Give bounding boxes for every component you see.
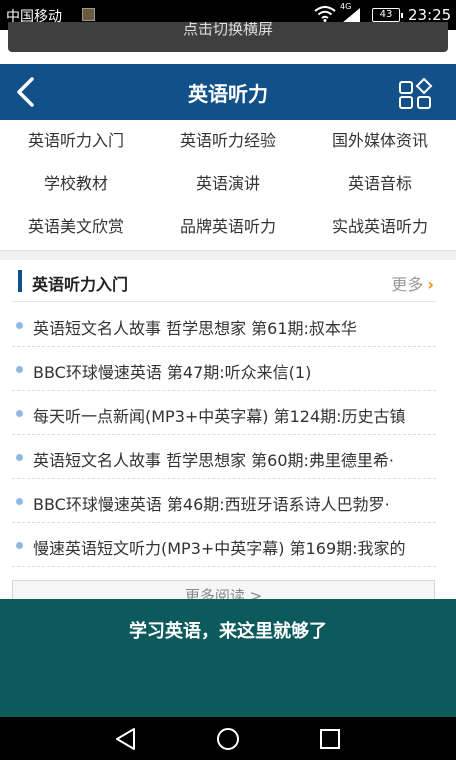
back-triangle-icon — [116, 728, 135, 750]
list-item[interactable]: 英语短文名人故事 哲学思想家 第61期:叔本华 — [12, 303, 436, 347]
list-item-title: 英语短文名人故事 哲学思想家 第60期:弗里德里希· — [33, 451, 395, 470]
article-list: 英语短文名人故事 哲学思想家 第61期:叔本华 BBC环球慢速英语 第47期:听… — [12, 303, 436, 567]
promo-banner[interactable]: 学习英语，来这里就够了 — [0, 599, 456, 717]
section-divider — [0, 250, 456, 260]
category-item[interactable]: 英语音标 — [304, 163, 456, 205]
section-accent-bar — [18, 270, 22, 292]
list-item[interactable]: BBC环球慢速英语 第46期:西班牙语系诗人巴勃罗· — [12, 479, 436, 523]
category-item[interactable]: 国外媒体资讯 — [304, 120, 456, 162]
rotate-toast-text: 点击切换横屏 — [182, 22, 273, 38]
list-item-title: 英语短文名人故事 哲学思想家 第61期:叔本华 — [33, 319, 357, 338]
list-item[interactable]: 每天听一点新闻(MP3+中英字幕) 第124期:历史古镇 — [12, 391, 436, 435]
category-item[interactable]: 实战英语听力 — [304, 206, 456, 248]
section-header: 英语听力入门 更多 › — [12, 262, 436, 302]
list-item-title: BBC环球慢速英语 第46期:西班牙语系诗人巴勃罗· — [33, 495, 390, 514]
grid-menu-icon — [399, 78, 433, 109]
chevron-right-icon: › — [427, 275, 434, 294]
list-item[interactable]: 慢速英语短文听力(MP3+中英字幕) 第169期:我家的 — [12, 523, 436, 567]
home-circle-icon — [217, 728, 239, 750]
system-nav-bar — [0, 717, 456, 760]
category-grid: 英语听力入门 英语听力经验 国外媒体资讯 学校教材 英语演讲 英语音标 英语美文… — [0, 120, 456, 250]
banner-text: 学习英语，来这里就够了 — [129, 621, 327, 642]
bullet-icon — [16, 542, 23, 549]
category-item[interactable]: 英语听力经验 — [152, 120, 304, 162]
bullet-icon — [16, 454, 23, 461]
category-item[interactable]: 英语听力入门 — [0, 120, 152, 162]
bullet-icon — [16, 498, 23, 505]
category-item[interactable]: 品牌英语听力 — [152, 206, 304, 248]
grid-menu-button[interactable] — [398, 78, 434, 110]
bullet-icon — [16, 410, 23, 417]
list-item[interactable]: 英语短文名人故事 哲学思想家 第60期:弗里德里希· — [12, 435, 436, 479]
bullet-icon — [16, 366, 23, 373]
nav-home-button[interactable] — [214, 725, 242, 753]
list-item-title: 慢速英语短文听力(MP3+中英字幕) 第169期:我家的 — [33, 539, 406, 558]
list-item[interactable]: BBC环球慢速英语 第47期:听众来信(1) — [12, 347, 436, 391]
category-item[interactable]: 学校教材 — [0, 163, 152, 205]
more-link[interactable]: 更多 › — [391, 271, 434, 295]
category-item[interactable]: 英语美文欣赏 — [0, 206, 152, 248]
list-item-title: BBC环球慢速英语 第47期:听众来信(1) — [33, 363, 312, 382]
more-label: 更多 — [391, 275, 424, 294]
wifi-icon — [314, 6, 336, 22]
page-title: 英语听力 — [188, 82, 268, 106]
category-item[interactable]: 英语演讲 — [152, 163, 304, 205]
nav-back-button[interactable] — [112, 725, 140, 753]
screen: 中国移动 4G 43 23:25 点击切换横屏 英语听力 英语听力入门 英语听力… — [0, 0, 456, 760]
recents-square-icon — [320, 729, 340, 749]
nav-recents-button[interactable] — [316, 725, 344, 753]
notification-icon — [82, 8, 95, 21]
rotate-toast: 点击切换横屏 — [8, 22, 448, 52]
section-title: 英语听力入门 — [32, 275, 129, 294]
list-item-title: 每天听一点新闻(MP3+中英字幕) 第124期:历史古镇 — [33, 407, 406, 426]
app-header: 英语听力 — [0, 64, 456, 120]
battery-icon: 43 — [372, 8, 403, 22]
bullet-icon — [16, 322, 23, 329]
signal-icon — [342, 8, 360, 23]
